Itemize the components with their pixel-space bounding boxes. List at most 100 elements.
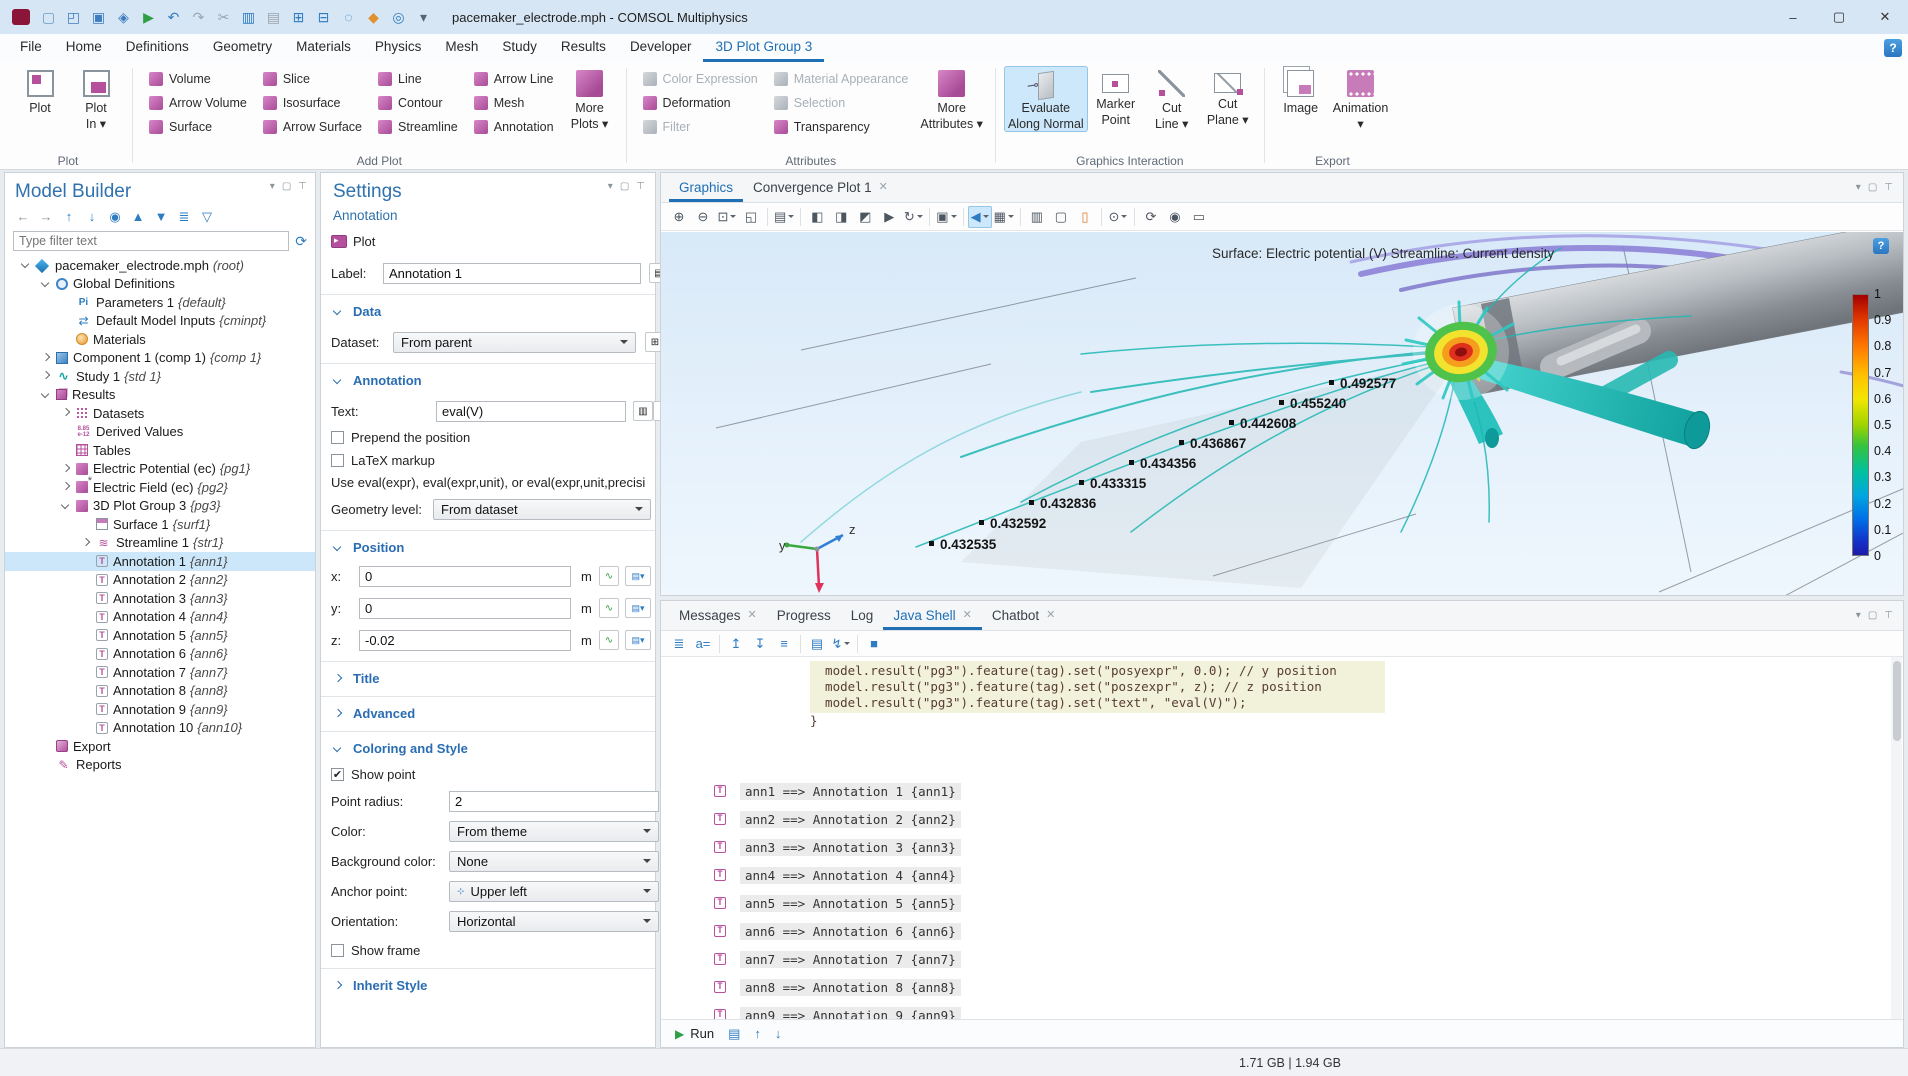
panel-float-icon[interactable]: ▢ [1868,182,1877,193]
tree-item-datasets[interactable]: Datasets [5,404,315,423]
stop-icon[interactable]: ■ [862,633,886,655]
panel-menu-icon[interactable]: ▾ [270,181,275,192]
point-radius-input[interactable]: 2 [449,791,659,812]
save-as-icon[interactable]: ◈ [111,5,136,29]
contour-button[interactable]: Contour [375,93,461,112]
select-entities-icon[interactable]: ⊙ [1106,206,1130,228]
cut-line-button[interactable]: CutLine ▾ [1144,66,1200,132]
shell-tab-progress[interactable]: Progress [767,601,841,630]
window-icon[interactable]: ▢ [1049,206,1073,228]
range-button[interactable]: ∿ [599,566,619,586]
close-tab-icon[interactable]: ✕ [963,602,972,629]
view-xy-icon[interactable]: ◧ [805,206,829,228]
move-up-icon[interactable]: ↑ [61,209,77,225]
ribbon-tab-3d-plot-group-3[interactable]: 3D Plot Group 3 [703,34,824,62]
tree-item-default-model-inputs[interactable]: ⇄Default Model Inputs{cminpt} [5,312,315,331]
view-zx-icon[interactable]: ◩ [853,206,877,228]
refresh-icon[interactable]: ⟳ [295,233,307,250]
range-button[interactable]: ∿ [599,598,619,618]
data-section-header[interactable]: Data [331,304,645,319]
plot-in-button[interactable]: PlotIn ▾ [68,66,124,132]
print-icon[interactable]: ▭ [1187,206,1211,228]
arrow-volume-button[interactable]: Arrow Volume [146,93,250,112]
run-icon[interactable]: ▶ [136,5,161,29]
surface-button[interactable]: Surface [146,117,250,136]
streamline-button[interactable]: Streamline [375,117,461,136]
label-input[interactable]: Annotation 1 [383,263,641,284]
tree-item-annotation-4[interactable]: TAnnotation 4{ann4} [5,608,315,627]
cut-icon[interactable]: ✂ [211,5,236,29]
tree-item-surface-1[interactable]: Surface 1{surf1} [5,515,315,534]
panel-pin-icon[interactable]: ⊤ [1884,610,1893,621]
tree-item-study-1[interactable]: ∿Study 1{std 1} [5,367,315,386]
duplicate-icon[interactable]: ⊞ [286,5,311,29]
show-point-checkbox[interactable]: ✔ [331,768,344,781]
save-icon[interactable]: ▣ [86,5,111,29]
history-icon[interactable]: ≡ [772,633,796,655]
panel-pin-icon[interactable]: ⊤ [1884,182,1893,193]
arrow-surface-button[interactable]: Arrow Surface [260,117,365,136]
prepend-position-checkbox[interactable] [331,431,344,444]
table-icon[interactable]: ▥ [1025,206,1049,228]
ribbon-tab-file[interactable]: File [8,34,54,62]
tree-item-annotation-2[interactable]: TAnnotation 2{ann2} [5,571,315,590]
variables-icon[interactable]: a= [691,633,715,655]
transparency-button[interactable]: Transparency [771,117,912,136]
delete-icon[interactable]: ⊟ [311,5,336,29]
tree-item-export[interactable]: Export [5,737,315,756]
legend-settings-icon[interactable]: ? [1873,238,1889,254]
color-select[interactable]: From theme [449,821,659,842]
undo-icon[interactable]: ↶ [161,5,186,29]
tree-item-component-1-comp-1-[interactable]: Component 1 (comp 1){comp 1} [5,349,315,368]
panel-float-icon[interactable]: ▢ [1868,610,1877,621]
previous-command-icon[interactable]: ↑ [754,1026,761,1041]
plot-button[interactable]: Plot [331,232,645,250]
evaluate-normal-toggle-icon[interactable]: ◀ [968,206,992,228]
expression-menu-button[interactable]: ▤▾ [625,566,651,586]
tree-item-annotation-1[interactable]: TAnnotation 1{ann1} [5,552,315,571]
tree-item-materials[interactable]: Materials [5,330,315,349]
tree-item-annotation-6[interactable]: TAnnotation 6{ann6} [5,645,315,664]
inherit-style-section-header[interactable]: Inherit Style [331,978,645,993]
panel-pin-icon[interactable]: ⊤ [298,181,307,192]
shell-tab-messages[interactable]: Messages✕ [669,601,767,630]
close-tab-icon[interactable]: ✕ [879,174,888,201]
marker-point-button[interactable]: MarkerPoint [1088,66,1144,128]
find-icon[interactable]: ◎ [386,5,411,29]
node-view-icon[interactable]: ≣ [176,209,192,225]
more-attributes-button[interactable]: MoreAttributes ▾ [916,66,987,132]
slice-button[interactable]: Slice [260,69,365,88]
collapse-icon[interactable]: ▼ [153,209,169,225]
forward-icon[interactable]: → [38,209,54,225]
more-plots-button[interactable]: MorePlots ▾ [562,66,618,132]
tree-item-derived-values[interactable]: 8.85 e-12Derived Values [5,423,315,442]
panel-pin-icon[interactable]: ⊤ [636,181,645,192]
latex-markup-checkbox[interactable] [331,454,344,467]
annotation-text-input[interactable]: eval(V) [436,401,626,422]
plot-button[interactable]: Plot [12,66,68,117]
view-yz-icon[interactable]: ◨ [829,206,853,228]
close-tab-icon[interactable]: ✕ [748,602,757,629]
dataset-select[interactable]: From parent [393,332,636,353]
maximize-button[interactable]: ▢ [1816,0,1862,34]
copy-output-icon[interactable]: ▤ [728,1026,740,1042]
ribbon-tab-definitions[interactable]: Definitions [114,34,201,62]
back-icon[interactable]: ← [15,209,31,225]
image-button[interactable]: Image [1273,66,1329,117]
tree-filter-input[interactable] [13,231,289,251]
geometry-level-select[interactable]: From dataset [433,499,651,520]
shell-tab-java-shell[interactable]: Java Shell✕ [883,601,982,630]
tree-item-reports[interactable]: ✎Reports [5,756,315,775]
expression-menu-button[interactable]: ▤▾ [625,630,651,650]
tree-item-tables[interactable]: Tables [5,441,315,460]
coloring-section-header[interactable]: Coloring and Style [331,741,645,756]
new-file-icon[interactable]: ▢ [36,5,61,29]
line-button[interactable]: Line [375,69,461,88]
panel-float-icon[interactable]: ▢ [620,181,629,192]
close-button[interactable]: ✕ [1862,0,1908,34]
clip-plane-icon[interactable]: ▯ [1073,206,1097,228]
tree-item-parameters-1[interactable]: PiParameters 1{default} [5,293,315,312]
panel-menu-icon[interactable]: ▾ [1856,182,1861,193]
ribbon-tab-study[interactable]: Study [490,34,549,62]
tree-item-electric-potential-ec-[interactable]: Electric Potential (ec){pg1} [5,460,315,479]
